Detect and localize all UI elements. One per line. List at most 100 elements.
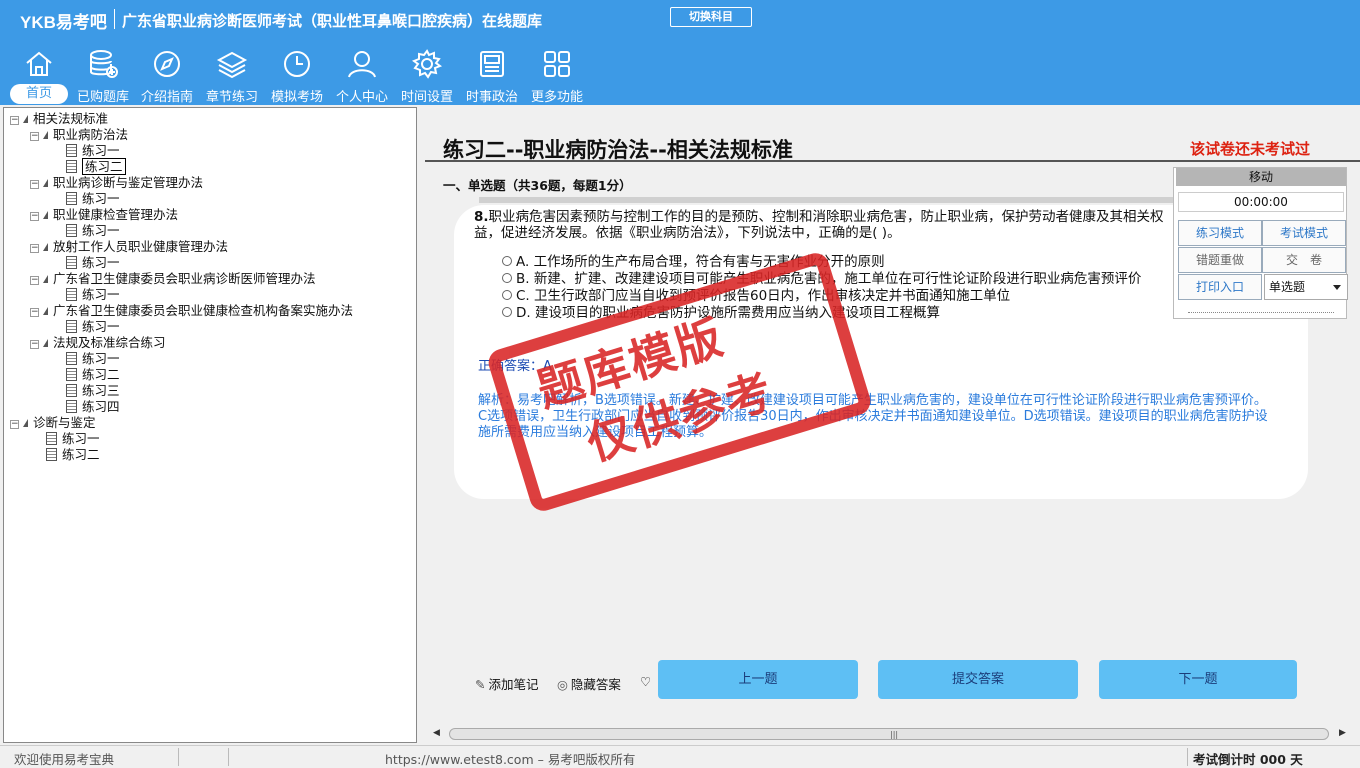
redo-wrong-button[interactable]: 错题重做 — [1178, 247, 1262, 273]
radio-button[interactable] — [502, 307, 512, 317]
document-icon — [46, 448, 57, 461]
radio-button[interactable] — [502, 290, 512, 300]
grid-icon — [541, 48, 573, 80]
question-type-select[interactable]: 单选题 — [1264, 274, 1348, 300]
folder-icon — [43, 339, 48, 347]
document-icon — [66, 288, 77, 301]
nav-time-settings[interactable]: 时间设置 — [396, 44, 458, 105]
tree-item-selected[interactable]: 练习二 — [66, 158, 126, 175]
tree-item[interactable]: 练习一 — [66, 319, 120, 335]
collapse-icon[interactable]: − — [30, 340, 39, 349]
hide-answer-link[interactable]: ◎ 隐藏答案 — [557, 674, 621, 693]
collapse-icon[interactable]: − — [30, 276, 39, 285]
nav-current-affairs[interactable]: 时事政治 — [461, 44, 523, 105]
nav-home[interactable]: 首页 — [8, 44, 70, 104]
next-question-button[interactable]: 下一题 — [1099, 660, 1297, 699]
tree-item[interactable]: − 职业健康检查管理办法 — [30, 207, 178, 223]
tree-item[interactable]: 练习一 — [66, 223, 120, 239]
nav-chapter-practice[interactable]: 章节练习 — [201, 44, 263, 105]
control-panel: 移动 00:00:00 练习模式 考试模式 错题重做 交 卷 打印入口 单选题 — [1173, 167, 1348, 319]
tree-item[interactable]: − 诊断与鉴定 — [10, 415, 96, 431]
tree-item[interactable]: − 相关法规标准 — [10, 111, 108, 127]
document-icon — [66, 384, 77, 397]
horizontal-scrollbar[interactable]: ◀ ||| ▶ — [427, 725, 1357, 743]
document-icon — [66, 160, 77, 173]
folder-icon — [23, 419, 28, 427]
tree-item[interactable]: 练习一 — [46, 431, 100, 447]
folder-icon — [43, 131, 48, 139]
chapter-tree: − 相关法规标准 − 职业病防治法 练习一 练习二 − 职业病诊断与鉴定管理办法 练习… — [3, 107, 417, 743]
tree-item[interactable]: 练习四 — [66, 399, 120, 415]
folder-icon — [43, 307, 48, 315]
submit-paper-button[interactable]: 交 卷 — [1262, 247, 1346, 273]
status-welcome: 欢迎使用易考宝典 — [14, 752, 115, 767]
exam-header: 练习二--职业病防治法--相关法规标准 该试卷还未考试过 — [425, 122, 1360, 162]
tree-item[interactable]: − 广东省卫生健康委员会职业健康检查机构备案实施办法 — [30, 303, 353, 319]
document-icon — [66, 192, 77, 205]
collapse-icon[interactable]: − — [30, 244, 39, 253]
tree-item[interactable]: 练习二 — [66, 367, 120, 383]
radio-button[interactable] — [502, 273, 512, 283]
switch-subject-button[interactable]: 切换科目 — [670, 7, 752, 27]
folder-icon — [23, 115, 28, 123]
tree-item[interactable]: 练习一 — [66, 255, 120, 271]
document-icon — [66, 144, 77, 157]
collapse-icon[interactable]: − — [30, 212, 39, 221]
gear-icon — [411, 48, 443, 80]
tree-item[interactable]: 练习一 — [66, 287, 120, 303]
collapse-icon[interactable]: − — [30, 308, 39, 317]
nav-mock-exam[interactable]: 模拟考场 — [266, 44, 328, 105]
collapse-icon[interactable]: − — [10, 116, 19, 125]
tree-item[interactable]: 练习一 — [66, 191, 120, 207]
scroll-right-icon[interactable]: ▶ — [1339, 728, 1346, 738]
practice-mode-button[interactable]: 练习模式 — [1178, 220, 1262, 246]
tree-item[interactable]: − 职业病诊断与鉴定管理办法 — [30, 175, 203, 191]
status-divider — [1187, 748, 1188, 766]
brand-logo: YKB易考吧 — [20, 13, 107, 32]
question-text: 8.职业病危害因素预防与控制工作的目的是预防、控制和消除职业病危害，防止职业病，… — [474, 209, 1174, 241]
move-handle[interactable]: 移动 — [1176, 168, 1346, 186]
print-button[interactable]: 打印入口 — [1178, 274, 1262, 300]
tree-item[interactable]: 练习二 — [46, 447, 100, 463]
section-header: 一、单选题（共36题，每题1分） — [435, 169, 1179, 203]
database-add-icon — [87, 48, 119, 80]
tree-item[interactable]: − 广东省卫生健康委员会职业病诊断医师管理办法 — [30, 271, 316, 287]
tree-item[interactable]: − 职业病防治法 — [30, 127, 128, 143]
status-divider — [228, 748, 229, 766]
tree-item[interactable]: − 放射工作人员职业健康管理办法 — [30, 239, 228, 255]
tree-item[interactable]: 练习三 — [66, 383, 120, 399]
scroll-grip[interactable]: ||| — [890, 730, 898, 739]
exam-status: 该试卷还未考试过 — [1190, 140, 1311, 158]
clock-icon — [281, 48, 313, 80]
exam-title: 练习二--职业病防治法--相关法规标准 — [443, 138, 793, 162]
tree-item[interactable]: 练习一 — [66, 351, 120, 367]
exam-mode-button[interactable]: 考试模式 — [1262, 220, 1346, 246]
document-icon — [66, 256, 77, 269]
submit-answer-button[interactable]: 提交答案 — [878, 660, 1078, 699]
nav-purchased[interactable]: 已购题库 — [72, 44, 134, 105]
add-note-link[interactable]: ✎ 添加笔记 — [475, 674, 539, 693]
nav-guide[interactable]: 介绍指南 — [136, 44, 198, 105]
nav-more[interactable]: 更多功能 — [526, 44, 588, 105]
status-copyright: https://www.etest8.com – 易考吧版权所有 — [385, 752, 636, 767]
favorite-icon[interactable]: ♡ — [640, 674, 651, 689]
radio-button[interactable] — [502, 256, 512, 266]
resize-handle[interactable] — [1188, 312, 1334, 316]
nav-personal[interactable]: 个人中心 — [331, 44, 393, 105]
tree-item[interactable]: − 法规及标准综合练习 — [30, 335, 166, 351]
prev-question-button[interactable]: 上一题 — [658, 660, 858, 699]
folder-icon — [43, 211, 48, 219]
folder-icon — [43, 275, 48, 283]
home-icon — [23, 48, 55, 80]
app-title: 广东省职业病诊断医师考试（职业性耳鼻喉口腔疾病）在线题库 — [122, 12, 543, 30]
status-divider — [178, 748, 179, 766]
collapse-icon[interactable]: − — [10, 420, 19, 429]
chevron-down-icon — [1333, 285, 1341, 290]
collapse-icon[interactable]: − — [30, 180, 39, 189]
section-divider — [479, 197, 1179, 203]
document-icon — [66, 320, 77, 333]
tree-item[interactable]: 练习一 — [66, 143, 120, 159]
scroll-track[interactable]: ||| — [449, 728, 1329, 740]
collapse-icon[interactable]: − — [30, 132, 39, 141]
scroll-left-icon[interactable]: ◀ — [433, 728, 440, 738]
